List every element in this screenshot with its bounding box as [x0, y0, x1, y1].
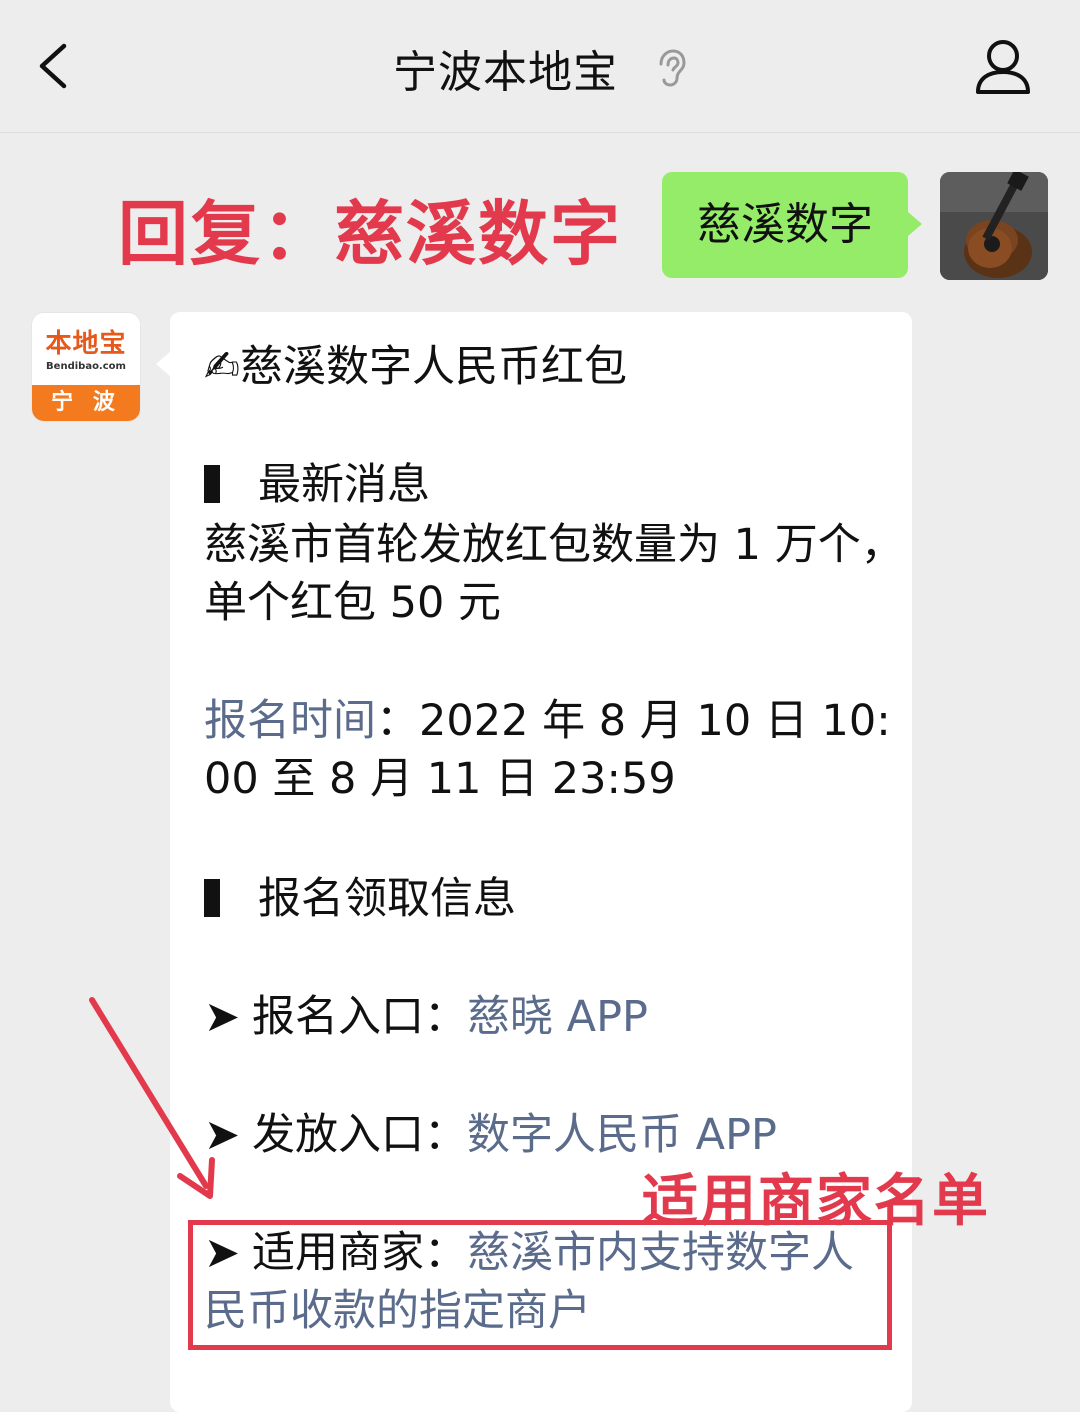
title-area: 宁波本地宝	[0, 36, 1080, 100]
page-title: 宁波本地宝	[392, 47, 618, 98]
signup-time-separator: ：	[376, 696, 419, 746]
signup-time-label: 报名时间	[204, 696, 376, 746]
merchant-highlight-box	[188, 1220, 892, 1350]
message-title: ✍慈溪数字人民币红包	[204, 342, 628, 392]
merchant-list-annotation: 适用商家名单	[642, 1169, 990, 1234]
logo-text: 本地宝	[45, 329, 127, 359]
section-heading-signup-text: 报名领取信息	[258, 874, 516, 924]
section-marker	[204, 879, 220, 917]
section-heading-news-text: 最新消息	[258, 460, 430, 510]
news-line-2: 单个红包 50 元	[204, 578, 502, 628]
news-line-1: 慈溪市首轮发放红包数量为 1 万个，	[204, 520, 904, 570]
logo-city: 宁 波	[32, 385, 140, 421]
ear-icon	[659, 49, 686, 87]
signup-entry-line: ➤ 报名入口：慈晓 APP	[204, 988, 648, 1046]
bot-bubble-tail	[156, 352, 170, 376]
section-heading-news: 最新消息	[204, 456, 430, 514]
profile-button[interactable]	[970, 36, 1036, 98]
issue-entry-label: 发放入口：	[252, 1110, 467, 1160]
user-bubble-tail	[908, 212, 922, 236]
signup-entry-label: 报名入口：	[252, 992, 467, 1042]
signup-entry-link[interactable]: 慈晓 APP	[467, 992, 648, 1042]
signup-time-line-2: 00 至 8 月 11 日 23:59	[204, 754, 676, 804]
top-nav-bar: 宁波本地宝	[0, 0, 1080, 133]
user-avatar[interactable]	[940, 172, 1048, 280]
user-icon	[976, 40, 1030, 94]
official-account-avatar[interactable]: 本地宝 Bendibao.com 宁 波	[32, 313, 140, 421]
section-marker	[204, 465, 220, 503]
section-heading-signup: 报名领取信息	[204, 870, 516, 928]
red-pointer-arrow-icon	[89, 997, 215, 1199]
user-message-bubble[interactable]: 慈溪数字	[662, 172, 908, 278]
issue-entry-link[interactable]: 数字人民币 APP	[467, 1110, 777, 1160]
logo-subtext: Bendibao.com	[46, 361, 126, 372]
guitar-avatar-image	[940, 172, 1048, 280]
signup-time-line-1: 报名时间：2022 年 8 月 10 日 10:	[204, 692, 891, 750]
reply-hint-annotation: 回复：慈溪数字	[118, 193, 622, 275]
signup-time-value-1: 2022 年 8 月 10 日 10:	[419, 696, 891, 746]
